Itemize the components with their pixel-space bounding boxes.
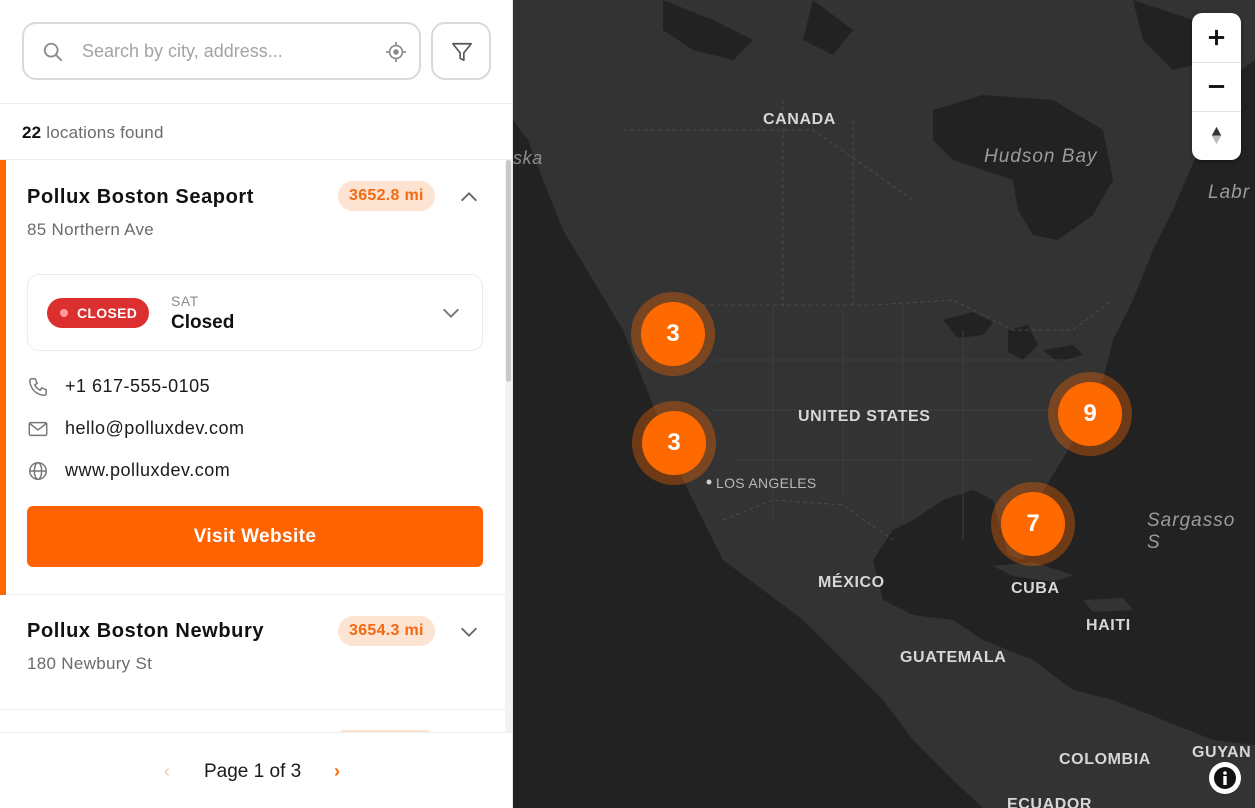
map-label-canada: CANADA — [763, 111, 836, 128]
search-box[interactable] — [22, 22, 421, 80]
phone-row[interactable]: +1 617-555-0105 — [27, 372, 487, 402]
visit-website-button[interactable]: Visit Website — [27, 506, 483, 567]
chevron-down-icon[interactable] — [458, 621, 480, 643]
map-label-los-angeles: LOS ANGELES — [716, 475, 817, 491]
website-url[interactable]: www.polluxdev.com — [65, 460, 230, 481]
map-label-united-states: UNITED STATES — [798, 408, 931, 425]
map-cluster-california[interactable]: 3 — [632, 401, 716, 485]
location-address: 180 Newbury St — [27, 654, 153, 673]
info-icon — [1214, 767, 1236, 789]
locate-me-icon[interactable] — [385, 41, 407, 63]
status-dot — [60, 309, 68, 317]
map-attribution-button[interactable] — [1209, 762, 1241, 794]
zoom-in-button[interactable] — [1192, 13, 1241, 62]
distance-badge: 3654.3 mi — [338, 616, 435, 646]
pagination: ‹ Page 1 of 3 › — [0, 732, 512, 808]
location-list: Pollux Boston Seaport 85 Northern Ave 36… — [0, 160, 505, 732]
email-address[interactable]: hello@polluxdev.com — [65, 418, 245, 439]
distance-badge: 3652.8 mi — [338, 181, 435, 211]
location-name: Pollux Boston Newbury — [27, 620, 265, 642]
filter-button[interactable] — [431, 22, 491, 80]
map-basemap[interactable] — [513, 0, 1255, 808]
map-label-mexico: MÉXICO — [818, 574, 885, 591]
map-cluster-northeast[interactable]: 9 — [1048, 372, 1132, 456]
minus-icon — [1208, 85, 1225, 88]
globe-icon — [29, 462, 47, 480]
plus-icon — [1208, 29, 1225, 46]
day-hours: Closed — [171, 312, 235, 333]
chevron-down-icon[interactable] — [440, 302, 462, 324]
location-card-boston-seaport[interactable]: Pollux Boston Seaport 85 Northern Ave 36… — [0, 160, 505, 595]
list-scrollbar[interactable] — [505, 160, 512, 732]
filter-icon — [452, 42, 472, 62]
email-row[interactable]: hello@polluxdev.com — [27, 414, 487, 444]
compass-icon — [1211, 126, 1222, 145]
map-view[interactable]: Hudson Bay Labr Sargasso S CANADA ska UN… — [513, 0, 1255, 808]
reset-north-button[interactable] — [1192, 111, 1241, 160]
map-cluster-florida[interactable]: 7 — [991, 482, 1075, 566]
map-label-guyana: GUYAN — [1192, 744, 1252, 761]
email-icon — [28, 421, 48, 437]
results-count-number: 22 — [22, 123, 42, 142]
location-name: Pollux Boston Seaport — [27, 186, 255, 208]
zoom-out-button[interactable] — [1192, 62, 1241, 111]
status-badge: CLOSED — [47, 298, 150, 328]
chevron-up-icon[interactable] — [458, 186, 480, 208]
map-label-hudson-bay: Hudson Bay — [984, 146, 1098, 167]
map-label-cuba: CUBA — [1011, 580, 1060, 597]
map-label-guatemala: GUATEMALA — [900, 649, 1007, 666]
map-label-haiti: HAITI — [1086, 617, 1131, 634]
hours-panel[interactable]: CLOSED SAT Closed — [27, 274, 483, 351]
phone-icon — [29, 378, 47, 396]
phone-number[interactable]: +1 617-555-0105 — [65, 376, 210, 397]
locations-sidebar: 22 locations found Pollux Boston Seaport… — [0, 0, 513, 808]
map-label-labrador: Labr — [1208, 182, 1251, 203]
results-count-label: locations found — [46, 123, 164, 142]
search-input[interactable] — [82, 36, 372, 66]
next-page-button[interactable]: › — [334, 761, 340, 782]
selected-accent-bar — [0, 160, 6, 595]
location-address: 85 Northern Ave — [27, 220, 155, 239]
page-indicator: Page 1 of 3 — [204, 761, 302, 782]
map-zoom-controls — [1192, 13, 1241, 160]
map-label-sargasso: Sargasso S — [1147, 510, 1236, 553]
day-label: SAT — [171, 293, 199, 309]
map-cluster-pacific-northwest[interactable]: 3 — [631, 292, 715, 376]
map-label-colombia: COLOMBIA — [1059, 751, 1151, 768]
map-label-alaska: ska — [513, 148, 543, 168]
prev-page-button[interactable]: ‹ — [164, 761, 170, 782]
location-card-boston-newbury[interactable]: Pollux Boston Newbury 180 Newbury St 365… — [0, 595, 505, 710]
search-icon — [43, 42, 63, 62]
scrollbar-thumb[interactable] — [506, 160, 511, 382]
website-row[interactable]: www.polluxdev.com — [27, 456, 487, 486]
search-row — [0, 0, 512, 104]
map-label-ecuador: ECUADOR — [1007, 796, 1093, 808]
results-count: 22 locations found — [0, 104, 512, 160]
